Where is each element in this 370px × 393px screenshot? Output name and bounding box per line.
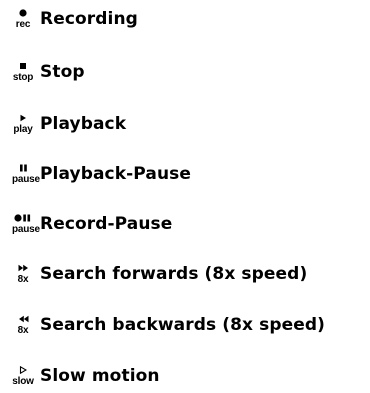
- icon-caption: 8x: [17, 325, 29, 336]
- record-dot-icon: rec: [12, 2, 34, 36]
- slow-motion-icon: slow: [12, 359, 34, 393]
- icon-caption: play: [13, 124, 33, 135]
- legend-label: Stop: [40, 62, 85, 82]
- record-pause-icon: pause: [12, 207, 40, 241]
- legend-item-stop: stop Stop: [12, 55, 85, 89]
- legend-label: Search backwards (8x speed): [40, 315, 325, 335]
- legend-label: Search forwards (8x speed): [40, 264, 308, 284]
- legend-label: Recording: [40, 9, 138, 29]
- legend-label: Slow motion: [40, 366, 160, 386]
- legend-item-playback-pause: pause Playback-Pause: [12, 157, 191, 191]
- icon-caption: rec: [15, 19, 31, 30]
- icon-caption: stop: [12, 72, 34, 83]
- legend-item-playback: play Playback: [12, 107, 126, 141]
- icon-caption: pause: [12, 224, 40, 235]
- legend-item-search-forwards: 8x Search forwards (8x speed): [12, 257, 308, 291]
- legend-label: Playback: [40, 114, 127, 134]
- play-triangle-icon: play: [12, 107, 34, 141]
- legend-label: Playback-Pause: [40, 164, 192, 184]
- icon-caption: slow: [12, 376, 34, 387]
- legend-item-recording: rec Recording: [12, 2, 138, 36]
- legend-label: Record-Pause: [40, 214, 173, 234]
- rewind-icon: 8x: [12, 308, 34, 342]
- legend-item-record-pause: pause Record-Pause: [12, 207, 172, 241]
- stop-square-icon: stop: [12, 55, 34, 89]
- legend-item-slow-motion: slow Slow motion: [12, 359, 160, 393]
- icon-caption: 8x: [17, 274, 29, 285]
- fast-forward-icon: 8x: [12, 257, 34, 291]
- pause-bars-icon: pause: [12, 157, 40, 191]
- legend-item-search-backwards: 8x Search backwards (8x speed): [12, 308, 325, 342]
- icon-caption: pause: [12, 174, 40, 185]
